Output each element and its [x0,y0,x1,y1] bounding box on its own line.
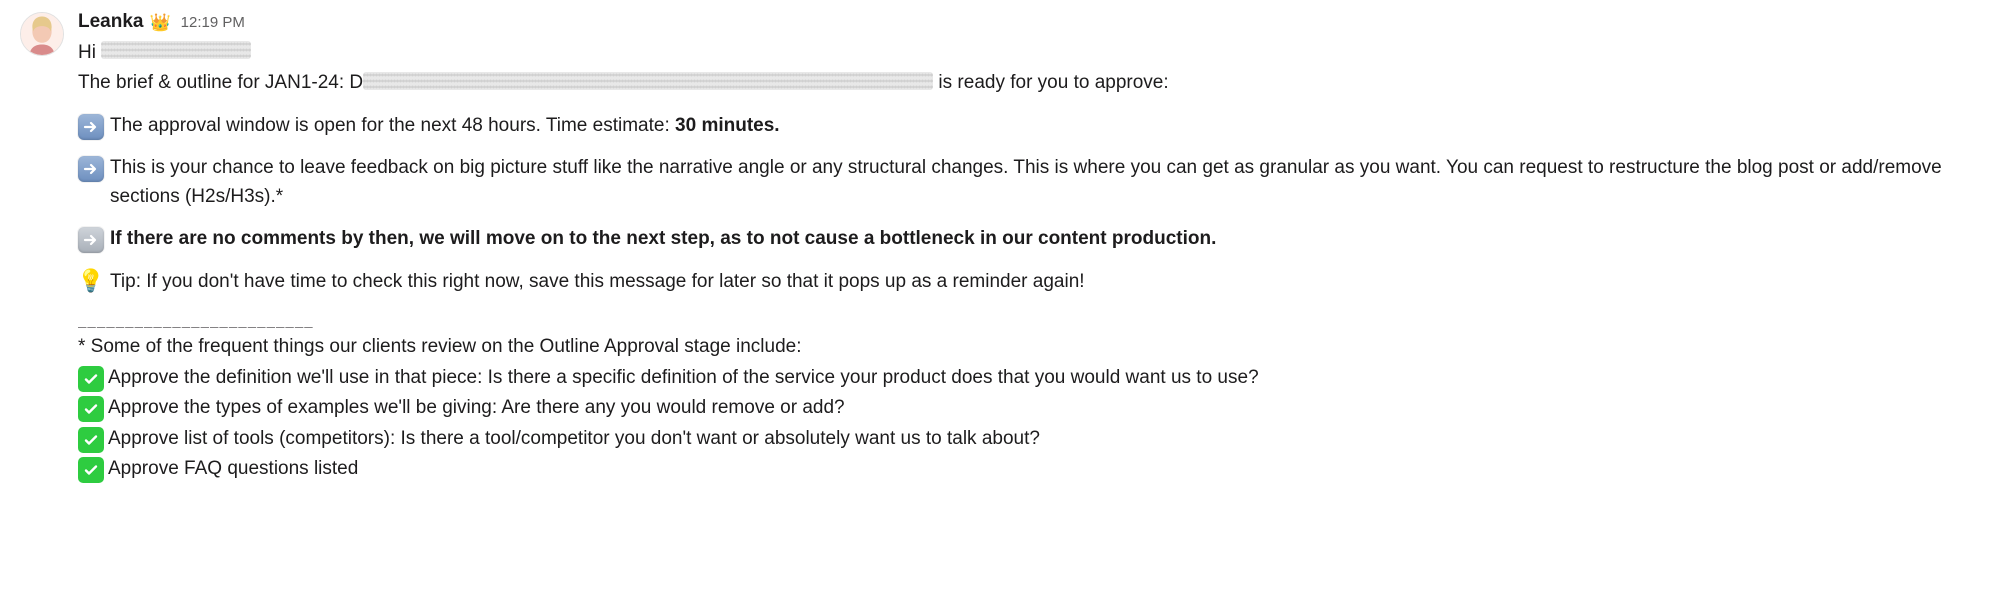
divider-line: _________________________ [78,310,1982,331]
sender-avatar[interactable] [20,12,64,56]
check-text: Approve FAQ questions listed [108,455,358,484]
avatar-container [20,8,68,56]
bullet-tip: 💡 Tip: If you don't have time to check t… [78,268,1982,297]
sender-name[interactable]: Leanka [78,8,143,37]
bullet-no-comments: If there are no comments by then, we wil… [78,225,1982,254]
check-definition: Approve the definition we'll use in that… [78,364,1982,393]
brief-prefix: The brief & outline for JAN1-24: D [78,72,363,93]
check-tools: Approve list of tools (competitors): Is … [78,425,1982,454]
bullet-approval-window: The approval window is open for the next… [78,112,1982,141]
bullet-feedback: This is your chance to leave feedback on… [78,154,1982,211]
check-text: Approve the types of examples we'll be g… [108,394,845,423]
check-text: Approve list of tools (competitors): Is … [108,425,1040,454]
arrow-right-icon [78,156,104,182]
check-examples: Approve the types of examples we'll be g… [78,394,1982,423]
redacted-name [101,41,251,59]
check-icon [78,457,104,483]
check-text: Approve the definition we'll use in that… [108,364,1259,393]
check-icon [78,366,104,392]
bullet-text: If there are no comments by then, we wil… [110,225,1982,254]
check-icon [78,427,104,453]
message-row: Leanka 👑 12:19 PM Hi The brief & outline… [20,8,2006,486]
greeting-line: Hi [78,39,1982,68]
greeting-prefix: Hi [78,42,101,63]
approval-prefix: The approval window is open for the next… [110,115,675,136]
review-intro: * Some of the frequent things our client… [78,333,1982,362]
check-icon [78,396,104,422]
arrow-right-icon [78,114,104,140]
lightbulb-icon: 💡 [78,268,104,294]
bullet-text: The approval window is open for the next… [110,112,1982,141]
message-content: Leanka 👑 12:19 PM Hi The brief & outline… [78,8,2006,486]
check-faq: Approve FAQ questions listed [78,455,1982,484]
bullet-text: Tip: If you don't have time to check thi… [110,268,1982,297]
status-emoji-icon: 👑 [149,10,170,36]
brief-line: The brief & outline for JAN1-24: D is re… [78,69,1982,98]
message-timestamp[interactable]: 12:19 PM [181,12,245,35]
arrow-right-icon [78,227,104,253]
approval-bold: 30 minutes. [675,115,780,136]
avatar-image [21,13,63,55]
message-header: Leanka 👑 12:19 PM [78,8,1982,37]
brief-suffix: is ready for you to approve: [933,72,1169,93]
redacted-title [363,72,933,90]
bullet-text: This is your chance to leave feedback on… [110,154,1982,211]
